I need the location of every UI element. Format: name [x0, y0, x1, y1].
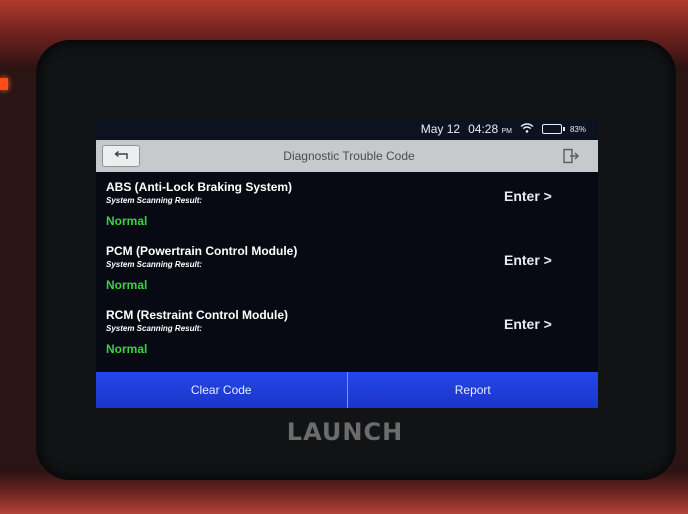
module-name: ABS (Anti-Lock Braking System) — [106, 180, 293, 194]
status-bar: May 12 04:28 PM 83% — [96, 118, 598, 140]
scan-result-label: System Scanning Result: — [106, 260, 203, 269]
exit-icon — [563, 148, 579, 164]
scan-result-status: Normal — [106, 278, 148, 292]
module-name: RCM (Restraint Control Module) — [106, 308, 288, 322]
scan-result-status: Normal — [106, 214, 148, 228]
module-name: PCM (Powertrain Control Module) — [106, 244, 298, 258]
exit-button[interactable] — [558, 146, 584, 166]
enter-button-abs[interactable]: Enter > — [504, 188, 552, 204]
status-ampm: PM — [501, 128, 512, 135]
page-title: Diagnostic Trouble Code — [283, 149, 415, 163]
module-row-pcm[interactable]: PCM (Powertrain Control Module) System S… — [96, 240, 598, 304]
status-time: 04:28 PM — [468, 122, 512, 136]
action-bar: Clear Code Report — [96, 372, 598, 408]
back-button[interactable] — [102, 145, 140, 167]
scan-result-label: System Scanning Result: — [106, 196, 203, 205]
module-list: ABS (Anti-Lock Braking System) System Sc… — [96, 176, 598, 368]
status-date: May 12 — [420, 122, 461, 136]
module-row-rcm[interactable]: RCM (Restraint Control Module) System Sc… — [96, 304, 598, 368]
back-arrow-icon — [114, 150, 128, 159]
title-bar: Diagnostic Trouble Code — [96, 140, 598, 172]
power-led — [0, 78, 8, 90]
status-time-value: 04:28 — [468, 122, 499, 136]
scan-result-status: Normal — [106, 342, 148, 356]
battery-icon — [541, 124, 565, 134]
wifi-icon — [520, 122, 534, 136]
brand-logo: LAUNCH — [286, 418, 404, 446]
scan-result-label: System Scanning Result: — [106, 324, 203, 333]
enter-button-pcm[interactable]: Enter > — [504, 252, 552, 268]
screen: May 12 04:28 PM 83% Diagnostic Trouble C… — [96, 118, 598, 408]
report-button[interactable]: Report — [347, 372, 598, 408]
enter-button-rcm[interactable]: Enter > — [504, 316, 552, 332]
clear-code-button[interactable]: Clear Code — [96, 372, 347, 408]
module-row-abs[interactable]: ABS (Anti-Lock Braking System) System Sc… — [96, 176, 598, 240]
battery-percent: 83% — [569, 124, 586, 134]
